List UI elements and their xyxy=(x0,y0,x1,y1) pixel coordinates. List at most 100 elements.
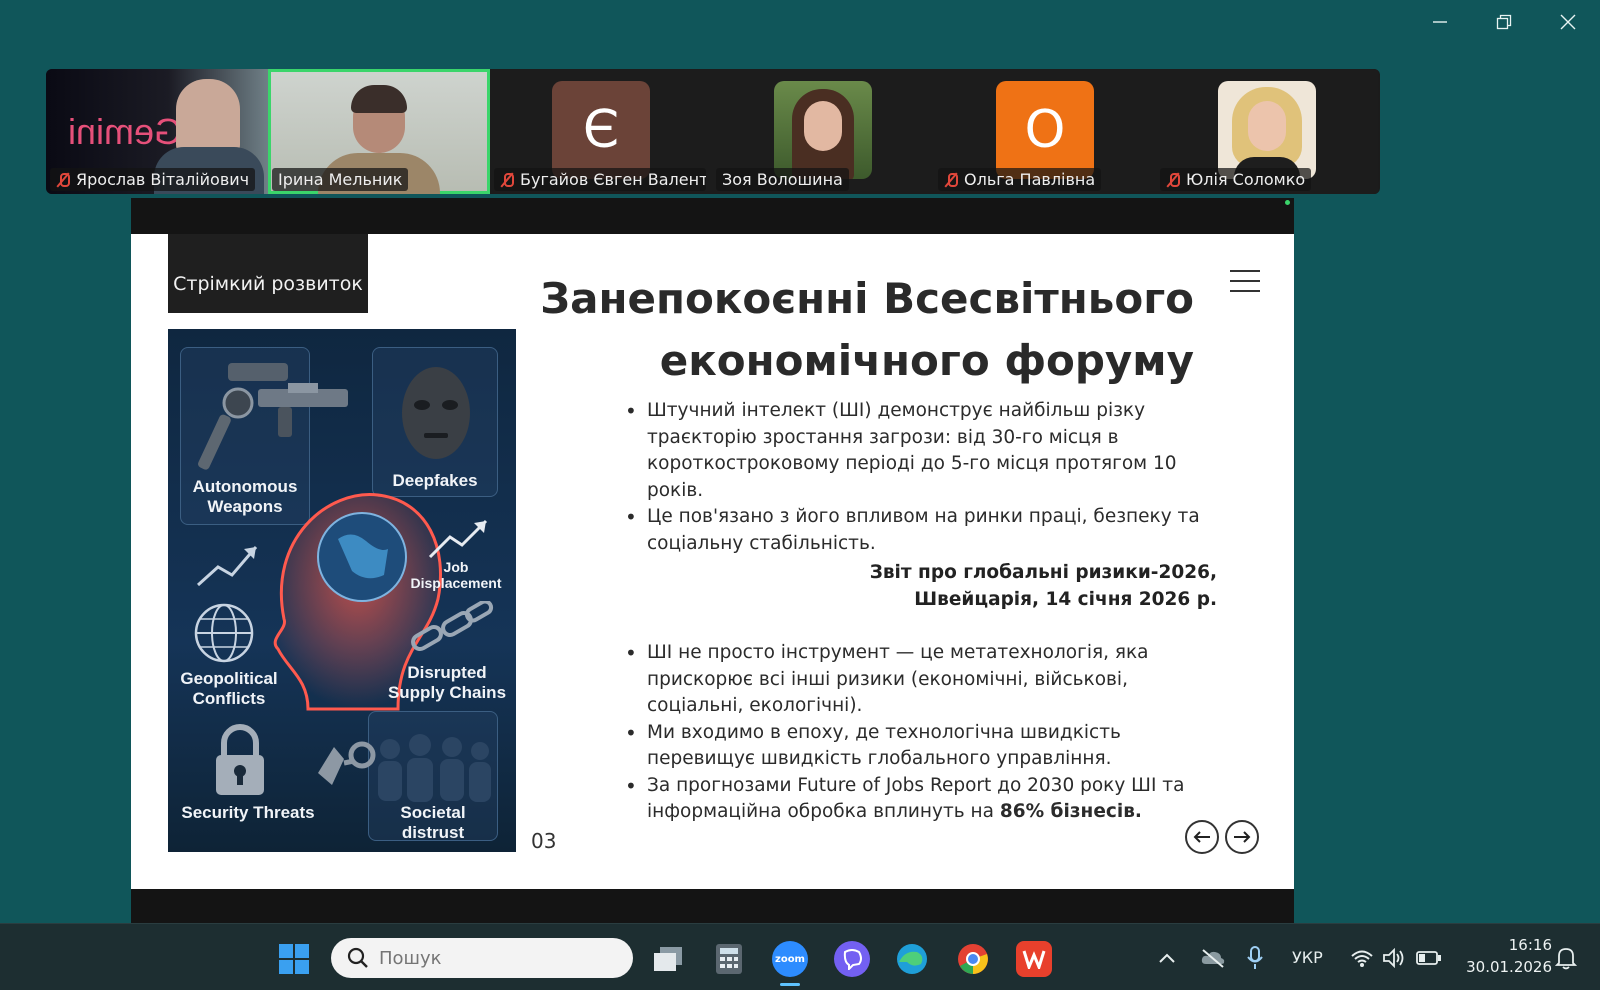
participant-tile[interactable]: Gemini Ярослав Віталійович xyxy=(46,69,268,194)
trend-arrow-icon xyxy=(196,546,258,587)
minimize-icon xyxy=(1433,21,1447,23)
slide-page-number: 03 xyxy=(531,829,557,853)
label-disrupted-supply-chains: Disrupted Supply Chains xyxy=(387,663,507,702)
chrome-button[interactable] xyxy=(955,941,991,977)
slide-section-tag: Стрімкий розвиток xyxy=(168,234,368,313)
chrome-icon xyxy=(958,944,988,974)
person-face xyxy=(1248,101,1286,151)
participant-photo xyxy=(774,81,872,179)
battery-icon xyxy=(1416,950,1441,965)
arrow-left-icon xyxy=(1193,831,1210,843)
previous-slide-button[interactable] xyxy=(1185,820,1219,854)
bullet-item: ШІ не просто інструмент — це метатехноло… xyxy=(621,640,1221,720)
share-indicator-dot xyxy=(1285,200,1290,205)
wifi-icon xyxy=(1351,950,1373,967)
close-icon xyxy=(1560,14,1576,30)
bullet-item: Штучний інтелект (ШІ) демонструє найбіль… xyxy=(621,398,1221,504)
participant-name-bar: Бугайов Євген Валент... xyxy=(494,168,706,191)
bullet-item: За прогнозами Future of Jobs Report до 2… xyxy=(621,773,1221,826)
participant-name-bar: Ольга Павлівна xyxy=(938,168,1102,191)
battery-status[interactable] xyxy=(1416,924,1442,990)
volume-status[interactable] xyxy=(1382,924,1406,990)
zoom-icon: zoom xyxy=(775,953,805,965)
language-indicator[interactable]: УКР xyxy=(1292,924,1323,990)
windows-start-icon xyxy=(279,944,309,974)
bullet-highlight: 86% бізнесів. xyxy=(999,801,1142,822)
wifi-status[interactable] xyxy=(1350,924,1374,990)
globe-wireframe-icon xyxy=(194,603,254,663)
crowd-silhouettes-icon xyxy=(378,734,491,802)
notification-bell-icon xyxy=(1555,947,1577,969)
slide-title-line-2: економічного форуму xyxy=(659,336,1194,385)
participant-tile[interactable]: Зоя Волошина xyxy=(712,69,934,194)
close-button[interactable] xyxy=(1536,0,1600,44)
participant-initial-avatar: Є xyxy=(552,81,650,179)
label-job-displacement: Job Displacement xyxy=(410,559,502,591)
person-hair xyxy=(351,85,407,113)
microphone-status[interactable] xyxy=(1246,924,1264,990)
wps-office-button[interactable] xyxy=(1016,941,1052,977)
restore-button[interactable] xyxy=(1472,0,1536,44)
deepfake-face-icon xyxy=(402,367,470,459)
ai-risks-illustration: Autonomous Weapons Deepfakes Job Displac… xyxy=(168,329,516,852)
arrow-right-icon xyxy=(1234,831,1251,843)
participant-name: Бугайов Євген Валент... xyxy=(520,170,706,189)
viber-icon xyxy=(843,949,862,970)
zoom-button[interactable]: zoom xyxy=(772,941,808,977)
viber-button[interactable] xyxy=(834,941,870,977)
start-button[interactable] xyxy=(276,941,312,977)
task-view-button[interactable] xyxy=(650,941,686,977)
person-silhouette xyxy=(176,79,240,155)
participant-name: Зоя Волошина xyxy=(722,170,843,189)
participant-strip: Gemini Ярослав Віталійович Ірина Мельник… xyxy=(46,69,1380,194)
onedrive-status[interactable] xyxy=(1200,924,1226,990)
search-icon xyxy=(347,947,368,968)
screen-share-top-bar xyxy=(131,198,1294,234)
wps-office-icon xyxy=(1022,950,1046,969)
participant-name-bar: Зоя Волошина xyxy=(716,168,849,191)
label-societal-distrust: Societal distrust xyxy=(400,803,466,842)
padlock-icon xyxy=(216,724,264,795)
participant-tile[interactable]: О Ольга Павлівна xyxy=(934,69,1156,194)
show-hidden-icons-button[interactable] xyxy=(1158,924,1176,990)
edge-button[interactable] xyxy=(894,941,930,977)
broken-chain-icon xyxy=(411,601,494,651)
participant-tile[interactable]: Є Бугайов Євген Валент... xyxy=(490,69,712,194)
cloud-offline-icon xyxy=(1201,948,1225,968)
task-view-icon xyxy=(654,947,682,971)
report-citation-line-2: Швейцарія, 14 січня 2026 р. xyxy=(914,588,1217,610)
clock-time: 16:16 xyxy=(1508,936,1552,954)
participant-name: Юлія Соломко xyxy=(1186,170,1306,189)
participant-name-bar: Ірина Мельник xyxy=(272,168,409,191)
next-slide-button[interactable] xyxy=(1225,820,1259,854)
mic-muted-icon xyxy=(500,172,514,188)
minimize-button[interactable] xyxy=(1408,0,1472,44)
bullet-list-bottom: ШІ не просто інструмент — це метатехноло… xyxy=(621,640,1221,826)
participant-name: Ірина Мельник xyxy=(278,170,403,189)
slide-title: Занепокоєнні Всесвітнього економічного ф… xyxy=(540,268,1194,392)
calculator-icon xyxy=(716,944,742,974)
participant-name: Ольга Павлівна xyxy=(964,170,1096,189)
participant-initial-avatar: О xyxy=(996,81,1094,179)
report-citation: Звіт про глобальні ризики-2026, Швейцарі… xyxy=(870,560,1217,613)
mic-muted-icon xyxy=(56,172,70,188)
participant-tile[interactable]: Юлія Соломко xyxy=(1156,69,1378,194)
participant-name: Ярослав Віталійович xyxy=(76,170,250,189)
calculator-button[interactable] xyxy=(711,941,747,977)
active-app-indicator xyxy=(780,983,800,986)
notifications-button[interactable] xyxy=(1555,924,1577,990)
participant-name-bar: Ярослав Віталійович xyxy=(50,168,256,191)
search-input[interactable] xyxy=(379,947,599,969)
hamburger-menu-icon[interactable] xyxy=(1230,270,1260,292)
person-face xyxy=(804,101,842,151)
participant-name-bar: Юлія Соломко xyxy=(1160,168,1312,191)
participant-tile-active-speaker[interactable]: Ірина Мельник xyxy=(268,69,490,194)
taskbar-search-box[interactable] xyxy=(331,938,633,978)
job-displacement-arrow-icon xyxy=(428,519,488,559)
window-controls xyxy=(1408,0,1600,44)
slide-title-line-1: Занепокоєнні Всесвітнього xyxy=(540,274,1194,323)
presentation-slide: Стрімкий розвиток Занепокоєнні Всесвітнь… xyxy=(131,234,1294,889)
restore-icon xyxy=(1496,14,1512,30)
mic-muted-icon xyxy=(1166,172,1180,188)
taskbar-clock[interactable]: 16:16 30.01.2026 xyxy=(1466,934,1552,978)
